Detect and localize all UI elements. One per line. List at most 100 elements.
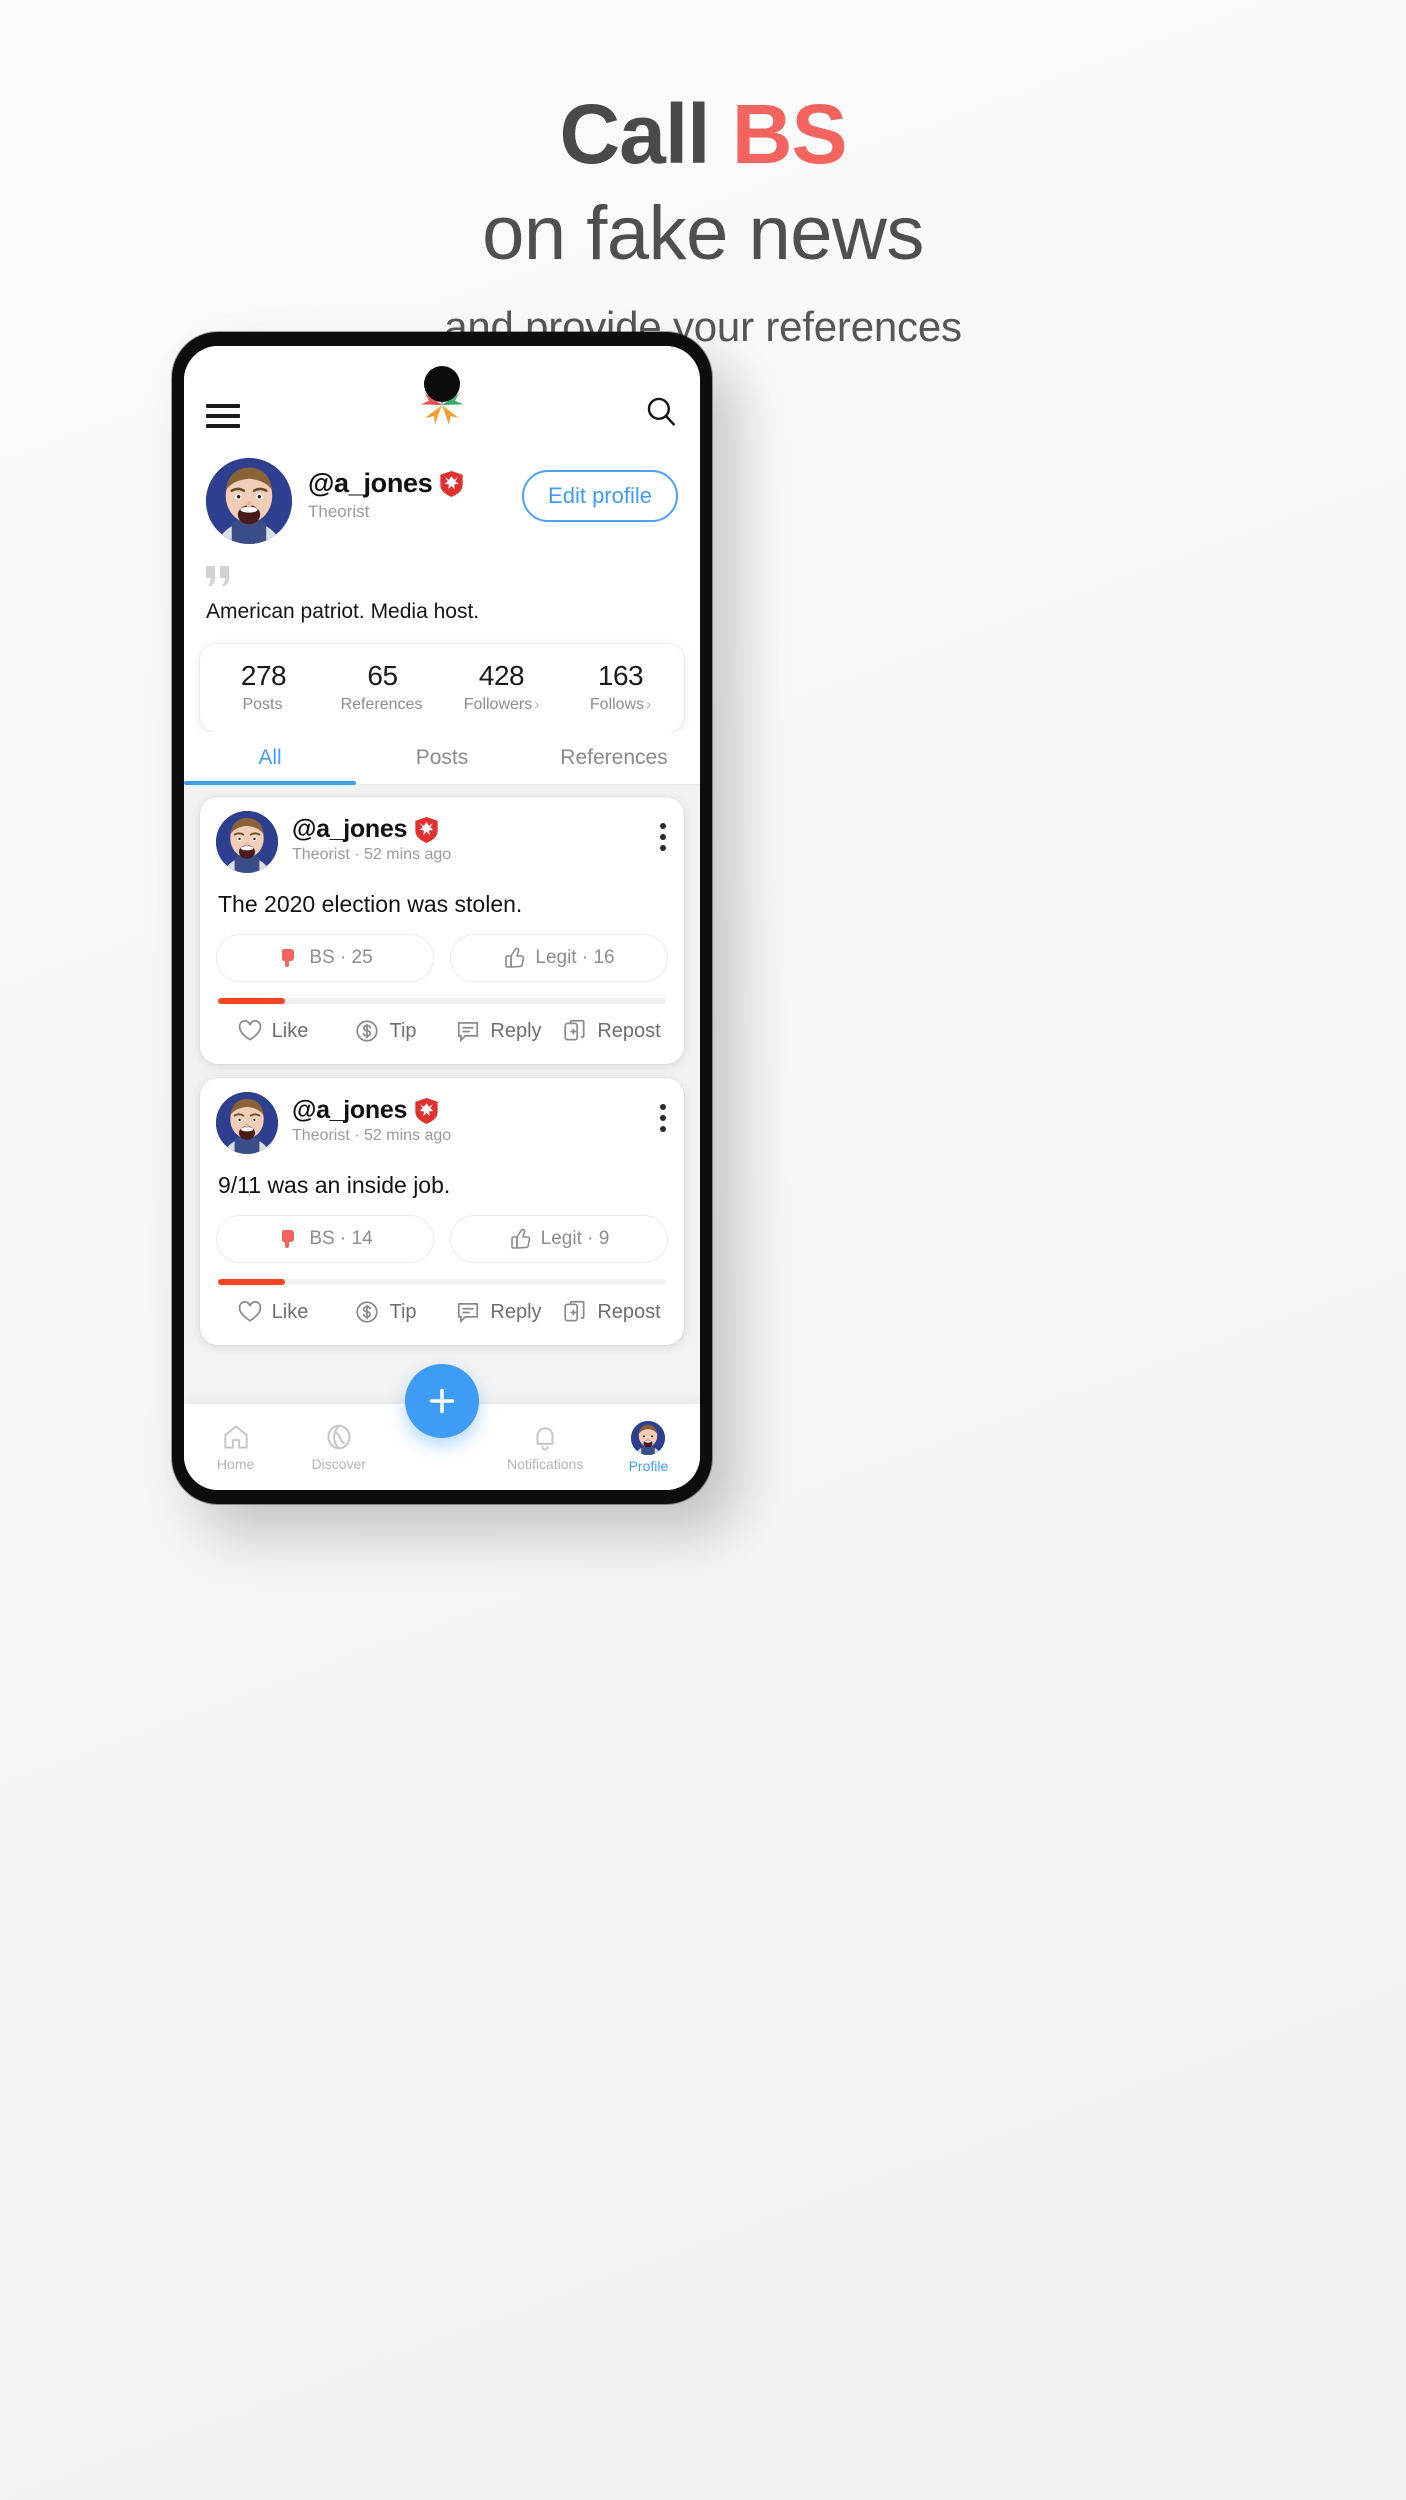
stat-value: 65 bbox=[367, 660, 398, 691]
nav-label: Home bbox=[216, 1456, 255, 1472]
post-identity: @a_jones Theorist · 52 mins ago bbox=[292, 811, 660, 864]
reply-button[interactable]: Reply bbox=[442, 1299, 555, 1325]
promo-headline-part1: Call bbox=[559, 87, 732, 181]
tab-all[interactable]: All bbox=[184, 746, 356, 785]
promo-page: Call BS on fake news and provide your re… bbox=[0, 0, 1406, 2500]
bs-vote-button[interactable]: BS · 25 bbox=[216, 934, 434, 982]
quote-mark-icon bbox=[206, 566, 232, 586]
stat-follows[interactable]: 163 Follows › bbox=[561, 660, 680, 714]
stat-posts[interactable]: 278 Posts bbox=[204, 660, 323, 714]
profile-bio-text: American patriot. Media host. bbox=[206, 600, 480, 623]
table-row: @a_jones Theorist · 52 mins ago bbox=[200, 1078, 684, 1345]
bs-vote-label: BS · 25 bbox=[309, 947, 373, 968]
repost-icon bbox=[562, 1018, 588, 1044]
like-label: Like bbox=[271, 1300, 309, 1323]
tip-label: Tip bbox=[389, 1300, 417, 1323]
promo-headline-accent: BS bbox=[731, 87, 848, 181]
heart-icon bbox=[237, 1018, 263, 1044]
phone-screen: @a_jones Theorist Edit profile American … bbox=[184, 346, 700, 1490]
stat-value: 428 bbox=[478, 660, 525, 691]
repost-button[interactable]: Repost bbox=[555, 1018, 668, 1044]
bell-icon bbox=[530, 1422, 560, 1452]
sidebar-item-discover[interactable]: Discover bbox=[287, 1422, 390, 1472]
like-label: Like bbox=[271, 1019, 309, 1042]
post-actions: Like Tip Reply Repost bbox=[216, 1004, 668, 1060]
stat-chevron: › bbox=[534, 696, 540, 713]
profile-bio-section: American patriot. Media host. bbox=[184, 550, 700, 644]
search-icon[interactable] bbox=[644, 394, 678, 428]
profile-identity: @a_jones Theorist bbox=[308, 458, 522, 522]
tab-references[interactable]: References bbox=[528, 746, 700, 784]
tab-posts[interactable]: Posts bbox=[356, 746, 528, 784]
globe-icon bbox=[324, 1422, 354, 1452]
post-vote-row: BS · 14 Legit · 9 bbox=[216, 1215, 668, 1263]
legit-vote-label: Legit · 16 bbox=[535, 947, 615, 968]
post-actions: Like Tip Reply Repost bbox=[216, 1285, 668, 1341]
speech-bubble-icon bbox=[455, 1018, 481, 1044]
repost-button[interactable]: Repost bbox=[555, 1299, 668, 1325]
edit-profile-button[interactable]: Edit profile bbox=[522, 470, 678, 522]
reply-button[interactable]: Reply bbox=[442, 1018, 555, 1044]
profile-avatar-icon bbox=[631, 1420, 666, 1455]
post-meta: Theorist · 52 mins ago bbox=[292, 1127, 452, 1144]
hamburger-menu-icon[interactable] bbox=[206, 404, 240, 428]
promo-header: Call BS on fake news and provide your re… bbox=[0, 91, 1406, 351]
sidebar-item-notifications[interactable]: Notifications bbox=[494, 1422, 597, 1472]
avatar[interactable] bbox=[216, 811, 278, 873]
legit-vote-label: Legit · 9 bbox=[540, 1228, 610, 1249]
post-text: The 2020 election was stolen. bbox=[218, 891, 523, 917]
tip-label: Tip bbox=[389, 1019, 417, 1042]
stat-label-text: References bbox=[340, 696, 423, 713]
profile-header: @a_jones Theorist Edit profile bbox=[184, 442, 700, 550]
nav-label: Discover bbox=[311, 1456, 367, 1472]
table-row: @a_jones Theorist · 52 mins ago bbox=[200, 797, 684, 1064]
promo-subheadline: on fake news bbox=[482, 190, 924, 276]
avatar[interactable] bbox=[216, 1092, 278, 1154]
profile-handle-row: @a_jones bbox=[308, 468, 522, 499]
post-handle-row: @a_jones bbox=[292, 1096, 660, 1125]
thumbs-down-icon bbox=[277, 1227, 301, 1251]
nav-label: Notifications bbox=[507, 1456, 584, 1472]
stat-followers[interactable]: 428 Followers › bbox=[442, 660, 561, 714]
tip-button[interactable]: Tip bbox=[329, 1018, 442, 1044]
post-header: @a_jones Theorist · 52 mins ago bbox=[216, 811, 668, 873]
repost-icon bbox=[562, 1299, 588, 1325]
verified-shield-icon bbox=[440, 470, 464, 497]
stat-label-text: Followers bbox=[463, 696, 533, 713]
sidebar-item-home[interactable]: Home bbox=[184, 1422, 287, 1472]
create-post-fab[interactable] bbox=[405, 1364, 479, 1438]
legit-vote-button[interactable]: Legit · 9 bbox=[450, 1215, 668, 1263]
post-overflow-menu-icon[interactable] bbox=[660, 1092, 668, 1132]
reply-label: Reply bbox=[490, 1019, 542, 1042]
sidebar-item-profile[interactable]: Profile bbox=[597, 1420, 700, 1474]
post-text: 9/11 was an inside job. bbox=[218, 1172, 451, 1198]
avatar[interactable] bbox=[206, 458, 292, 544]
stat-label-text: Posts bbox=[242, 696, 283, 713]
thumbs-down-icon bbox=[277, 946, 301, 970]
post-handle: @a_jones bbox=[292, 1096, 408, 1124]
reply-label: Reply bbox=[490, 1300, 542, 1323]
front-camera-punch-hole bbox=[424, 366, 460, 402]
home-icon bbox=[221, 1422, 251, 1452]
like-button[interactable]: Like bbox=[216, 1018, 329, 1044]
post-feed: @a_jones Theorist · 52 mins ago The 2020… bbox=[184, 785, 700, 1345]
profile-stats-card: 278 Posts 65 References 428 Followers › 1… bbox=[200, 644, 684, 732]
bs-vote-button[interactable]: BS · 14 bbox=[216, 1215, 434, 1263]
repost-label: Repost bbox=[597, 1019, 661, 1042]
dollar-circle-icon bbox=[354, 1018, 380, 1044]
tip-button[interactable]: Tip bbox=[329, 1299, 442, 1325]
stat-references[interactable]: 65 References bbox=[323, 660, 442, 714]
dollar-circle-icon bbox=[354, 1299, 380, 1325]
thumbs-up-icon bbox=[509, 1227, 533, 1251]
post-overflow-menu-icon[interactable] bbox=[660, 811, 668, 851]
stat-value: 278 bbox=[240, 660, 287, 691]
profile-handle: @a_jones bbox=[308, 468, 433, 498]
bs-vote-label: BS · 14 bbox=[309, 1228, 373, 1249]
post-identity: @a_jones Theorist · 52 mins ago bbox=[292, 1092, 660, 1145]
like-button[interactable]: Like bbox=[216, 1299, 329, 1325]
stat-label: Followers › bbox=[442, 696, 561, 714]
profile-role: Theorist bbox=[308, 502, 370, 521]
verified-shield-icon bbox=[415, 816, 438, 843]
legit-vote-button[interactable]: Legit · 16 bbox=[450, 934, 668, 982]
post-header: @a_jones Theorist · 52 mins ago bbox=[216, 1092, 668, 1154]
